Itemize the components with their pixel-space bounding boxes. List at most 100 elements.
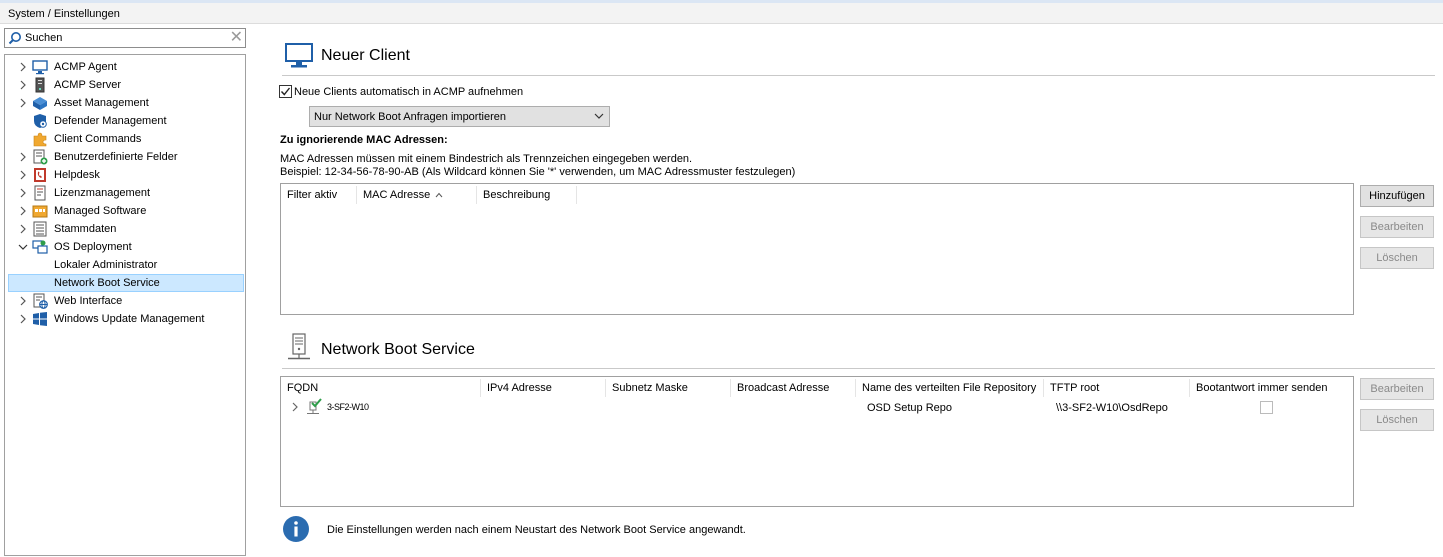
tree-item-client-commands[interactable]: Client Commands — [8, 130, 244, 148]
cube-icon — [33, 97, 47, 110]
tree-item-master-data[interactable]: Stammdaten — [8, 220, 244, 238]
chevron-right-icon[interactable] — [18, 205, 28, 217]
tree-item-label: Asset Management — [54, 97, 149, 109]
mac-filter-table[interactable]: Filter aktiv MAC Adresse Beschreibung — [280, 183, 1354, 315]
import-mode-select[interactable]: Nur Network Boot Anfragen importieren — [309, 106, 610, 127]
delete-mac-button[interactable]: Löschen — [1360, 247, 1434, 269]
settings-tree: ACMP Agent ACMP Server Asset Management … — [4, 54, 246, 556]
tree-item-asset-management[interactable]: Asset Management — [8, 94, 244, 112]
sort-ascending-icon — [435, 192, 443, 198]
fqdn-cell: 3-SF2-W10 — [327, 402, 369, 412]
tree-item-network-boot-service[interactable]: Network Boot Service — [8, 274, 244, 292]
column-header-always-send[interactable]: Bootantwort immer senden — [1190, 379, 1330, 397]
tree-item-managed-software[interactable]: Managed Software — [8, 202, 244, 220]
column-header-filter-active[interactable]: Filter aktiv — [281, 186, 357, 204]
auto-add-label[interactable]: Neue Clients automatisch in ACMP aufnehm… — [294, 86, 523, 98]
chevron-right-icon[interactable] — [18, 79, 28, 91]
delete-nbs-button[interactable]: Löschen — [1360, 409, 1434, 431]
license-icon — [34, 185, 46, 201]
tree-item-label: Lokaler Administrator — [54, 259, 158, 271]
tree-item-label: Client Commands — [54, 133, 142, 145]
form-add-icon — [33, 149, 48, 165]
tree-item-label: Benutzerdefinierte Felder — [54, 151, 178, 163]
chevron-right-icon[interactable] — [18, 313, 28, 325]
tree-item-label: OS Deployment — [54, 241, 132, 253]
tree-item-defender-management[interactable]: Defender Management — [8, 112, 244, 130]
mac-example-text: Beispiel: 12-34-56-78-90-AB (Als Wildcar… — [280, 166, 796, 178]
search-box[interactable]: ✕ — [4, 28, 246, 48]
deployment-icon — [32, 240, 48, 254]
column-header-repository[interactable]: Name des verteilten File Repository — [856, 379, 1044, 397]
column-header-description[interactable]: Beschreibung — [477, 186, 577, 204]
puzzle-icon — [33, 132, 47, 147]
tree-item-label: Defender Management — [54, 115, 167, 127]
chevron-right-icon[interactable] — [18, 169, 28, 181]
import-mode-value: Nur Network Boot Anfragen importieren — [314, 111, 506, 123]
chevron-right-icon[interactable] — [18, 97, 28, 109]
monitor-icon — [285, 43, 313, 68]
list-icon — [33, 221, 47, 237]
tree-item-label: Stammdaten — [54, 223, 117, 235]
divider — [282, 75, 1435, 76]
breadcrumb: System / Einstellungen — [8, 8, 120, 20]
tree-item-helpdesk[interactable]: Helpdesk — [8, 166, 244, 184]
checkmark-icon — [280, 87, 291, 96]
column-header-ipv4[interactable]: IPv4 Adresse — [481, 379, 606, 397]
column-header-tftp-root[interactable]: TFTP root — [1044, 379, 1190, 397]
chevron-right-icon[interactable] — [291, 402, 299, 412]
column-header-fqdn[interactable]: FQDN — [281, 379, 481, 397]
tftp-root-cell: \\3-SF2-W10\OsdRepo — [1056, 402, 1168, 414]
tree-item-os-deployment[interactable]: OS Deployment — [8, 238, 244, 256]
always-send-checkbox[interactable] — [1260, 401, 1273, 414]
chevron-right-icon[interactable] — [18, 187, 28, 199]
chevron-down-icon[interactable] — [18, 241, 28, 253]
tree-item-local-administrator[interactable]: Lokaler Administrator — [8, 256, 244, 274]
server-icon — [35, 77, 45, 93]
tree-item-label: Lizenzmanagement — [54, 187, 151, 199]
tree-item-label: Managed Software — [54, 205, 147, 217]
column-header-subnet[interactable]: Subnetz Maske — [606, 379, 731, 397]
breadcrumb-bar: System / Einstellungen — [0, 0, 1443, 24]
table-row[interactable]: 3-SF2-W10 OSD Setup Repo \\3-SF2-W10\Osd… — [281, 398, 1353, 416]
software-icon — [32, 205, 48, 218]
clear-search-icon[interactable]: ✕ — [230, 30, 243, 46]
nbs-table[interactable]: FQDN IPv4 Adresse Subnetz Maske Broadcas… — [280, 376, 1354, 507]
info-text: Die Einstellungen werden nach einem Neus… — [327, 524, 746, 536]
tree-item-license-management[interactable]: Lizenzmanagement — [8, 184, 244, 202]
divider — [282, 368, 1435, 369]
shield-icon — [34, 114, 47, 128]
windows-icon — [33, 312, 47, 326]
search-input[interactable] — [25, 30, 225, 46]
tree-item-label: Helpdesk — [54, 169, 100, 181]
tree-item-custom-fields[interactable]: Benutzerdefinierte Felder — [8, 148, 244, 166]
add-button[interactable]: Hinzufügen — [1360, 185, 1434, 207]
chevron-right-icon[interactable] — [18, 223, 28, 235]
chevron-right-icon[interactable] — [18, 151, 28, 163]
edit-nbs-button[interactable]: Bearbeiten — [1360, 378, 1434, 400]
phone-book-icon — [34, 168, 46, 182]
search-icon — [8, 32, 21, 45]
server-check-icon — [307, 398, 322, 414]
column-header-broadcast[interactable]: Broadcast Adresse — [731, 379, 856, 397]
chevron-down-icon — [594, 113, 604, 119]
tree-item-label: ACMP Agent — [54, 61, 117, 73]
web-icon — [33, 293, 48, 309]
tree-item-label: Windows Update Management — [54, 313, 205, 325]
chevron-right-icon[interactable] — [18, 61, 28, 73]
server-icon — [288, 333, 310, 360]
tree-item-windows-update-management[interactable]: Windows Update Management — [8, 310, 244, 328]
tree-item-acmp-agent[interactable]: ACMP Agent — [8, 58, 244, 76]
tree-item-label: Network Boot Service — [54, 277, 160, 289]
mac-heading: Zu ignorierende MAC Adressen: — [280, 134, 448, 146]
mac-help-text: MAC Adressen müssen mit einem Bindestric… — [280, 153, 693, 165]
tree-item-web-interface[interactable]: Web Interface — [8, 292, 244, 310]
chevron-right-icon[interactable] — [18, 295, 28, 307]
monitor-icon — [32, 60, 48, 75]
edit-mac-button[interactable]: Bearbeiten — [1360, 216, 1434, 238]
tree-item-label: Web Interface — [54, 295, 123, 307]
auto-add-checkbox[interactable] — [279, 85, 292, 98]
tree-item-label: ACMP Server — [54, 79, 122, 91]
tree-item-acmp-server[interactable]: ACMP Server — [8, 76, 244, 94]
column-header-mac-address[interactable]: MAC Adresse — [357, 186, 477, 204]
repository-cell: OSD Setup Repo — [867, 402, 952, 414]
